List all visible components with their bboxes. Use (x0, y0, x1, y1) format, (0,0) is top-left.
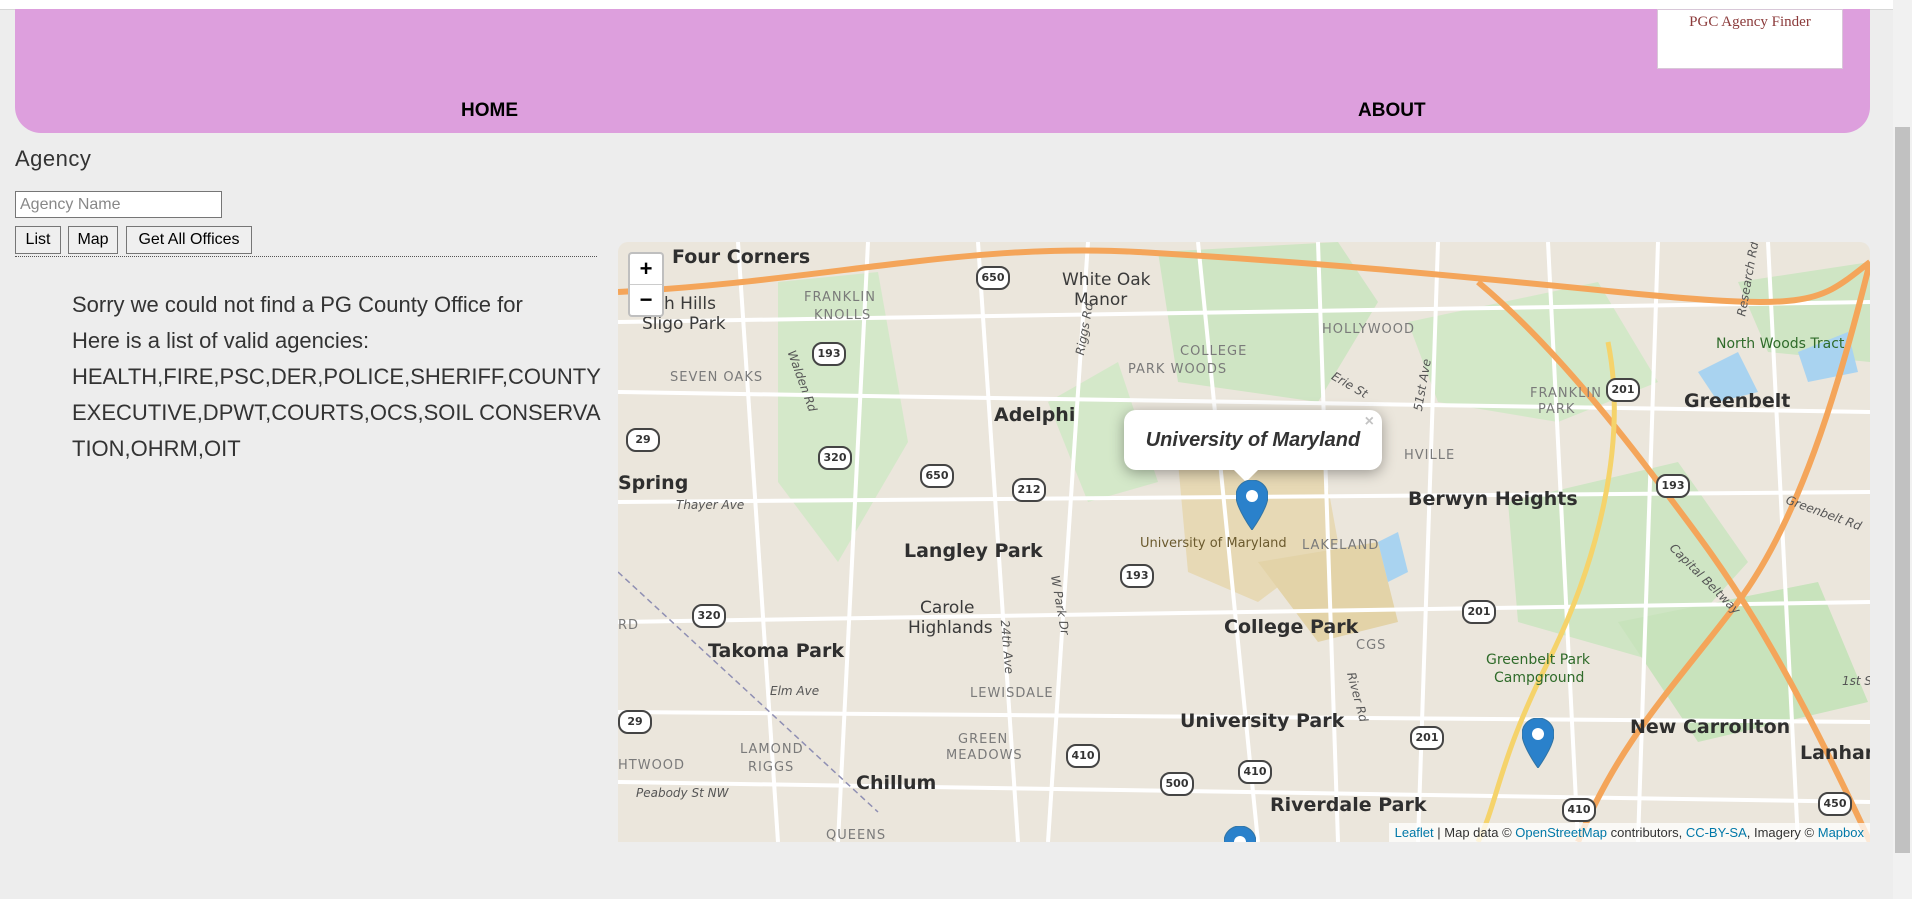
map-marker-pin-icon[interactable] (1236, 480, 1268, 530)
route-shield: 201 (1606, 378, 1640, 402)
page-scrollbar-thumb[interactable] (1895, 127, 1910, 853)
route-shield: 650 (920, 464, 954, 488)
leaflet-link[interactable]: Leaflet (1395, 825, 1434, 840)
route-shield: 320 (818, 446, 852, 470)
map-label-greenbelt: Greenbelt (1684, 390, 1791, 412)
map-popup: University of Maryland × (1124, 410, 1382, 470)
route-shield: 193 (812, 342, 846, 366)
map-label-franklin-park: FRANKLIN (1530, 386, 1602, 401)
route-shield: 212 (1012, 478, 1046, 502)
route-shield: 410 (1562, 798, 1596, 822)
map-label-lakeland: LAKELAND (1302, 538, 1380, 553)
map-label-greenbelt-park: Greenbelt Park (1486, 652, 1590, 668)
map-attribution: Leaflet | Map data © OpenStreetMap contr… (1388, 823, 1870, 842)
nav-about-link[interactable]: ABOUT (1358, 100, 1426, 122)
map-label-langley-park: Langley Park (904, 540, 1043, 562)
map-label-park: PARK (1538, 402, 1576, 417)
agency-heading: Agency (15, 146, 92, 171)
zoom-in-button[interactable]: + (630, 254, 662, 285)
map-label-spring: Spring (618, 472, 689, 494)
map-road-1st-st: 1st St (1842, 674, 1870, 688)
attribution-imagery: , Imagery © (1746, 825, 1818, 840)
route-shield: 410 (1238, 760, 1272, 784)
route-shield: 29 (618, 710, 652, 734)
map-label-new-carrollton: New Carrollton (1630, 716, 1791, 738)
route-shield: 201 (1462, 600, 1496, 624)
map-label-university-park: University Park (1180, 710, 1345, 732)
map-label-north-woods: North Woods Tract (1716, 336, 1845, 352)
map-label-lewisdale: LEWISDALE (970, 686, 1054, 701)
mapbox-link[interactable]: Mapbox (1818, 825, 1864, 840)
map-label-highlands: Highlands (908, 618, 993, 638)
valid-agencies-heading: Here is a list of valid agencies: (72, 328, 370, 353)
map-road-elm-ave: Elm Ave (770, 684, 820, 698)
map-label-college: COLLEGE (1180, 344, 1248, 359)
map-container[interactable]: Four Corners White Oak Manor h Hills Sli… (618, 242, 1870, 842)
zoom-out-button[interactable]: − (630, 285, 662, 315)
site-header: PGC Agency Finder HOME ABOUT (15, 9, 1870, 133)
route-shield: 450 (1818, 792, 1852, 816)
map-label-rd: RD (618, 618, 640, 633)
map-label-franklin: FRANKLIN (804, 290, 876, 305)
map-label-cgs: CGS (1356, 638, 1387, 653)
results-divider (15, 256, 597, 257)
map-label-chillum: Chillum (856, 772, 937, 794)
route-shield: 410 (1066, 744, 1100, 768)
popup-close-button[interactable]: × (1365, 412, 1374, 432)
map-label-takoma-park: Takoma Park (708, 640, 844, 662)
map-label-green: GREEN (958, 732, 1009, 747)
map-zoom-control: + − (628, 252, 664, 317)
map-label-four-corners: Four Corners (672, 246, 811, 268)
not-found-message: Sorry we could not find a PG County Offi… (72, 292, 523, 317)
map-label-meadows: MEADOWS (946, 748, 1023, 763)
map-label-lamond: LAMOND (740, 742, 804, 757)
route-shield: 500 (1160, 772, 1194, 796)
map-marker-pin-icon[interactable] (1522, 718, 1554, 768)
route-shield: 320 (692, 604, 726, 628)
map-label-white-oak: White Oak (1062, 270, 1151, 290)
map-label-umd: University of Maryland (1140, 536, 1287, 551)
map-road-peabody-st: Peabody St NW (636, 786, 729, 800)
openstreetmap-link[interactable]: OpenStreetMap (1515, 825, 1607, 840)
map-label-park-woods: PARK WOODS (1128, 362, 1228, 377)
map-label-carole: Carole (920, 598, 975, 618)
get-all-offices-button[interactable]: Get All Offices (126, 226, 252, 254)
map-label-seven-oaks: SEVEN OAKS (670, 370, 764, 385)
map-label-riggs: RIGGS (748, 760, 795, 775)
map-label-queens: QUEENS (826, 828, 887, 842)
map-label-campground: Campground (1494, 670, 1585, 686)
map-marker-pin-icon[interactable] (1224, 826, 1256, 842)
map-label-adelphi: Adelphi (994, 404, 1076, 426)
results-panel: Sorry we could not find a PG County Offi… (72, 287, 602, 467)
attribution-text: | Map data © (1433, 825, 1516, 840)
valid-agencies-list: HEALTH,FIRE,PSC,DER,POLICE,SHERIFF,COUNT… (72, 364, 601, 461)
map-label-riverdale-park: Riverdale Park (1270, 794, 1427, 816)
map-label-college-park: College Park (1224, 616, 1359, 638)
route-shield: 193 (1656, 474, 1690, 498)
map-label-knolls: KNOLLS (814, 308, 872, 323)
attribution-contributors: contributors, (1607, 825, 1686, 840)
site-logo[interactable]: PGC Agency Finder (1657, 9, 1843, 69)
map-label-lanham: Lanham (1800, 742, 1870, 764)
popup-title: University of Maryland (1145, 429, 1361, 451)
route-shield: 650 (976, 266, 1010, 290)
map-road-thayer-ave: Thayer Ave (676, 498, 745, 512)
map-label-hville: HVILLE (1404, 448, 1456, 463)
nav-home-link[interactable]: HOME (461, 100, 518, 122)
route-shield: 29 (626, 428, 660, 452)
route-shield: 201 (1410, 726, 1444, 750)
map-label-sligo-park: Sligo Park (642, 314, 726, 334)
list-button[interactable]: List (15, 226, 61, 254)
map-label-hollywood: HOLLYWOOD (1322, 322, 1416, 337)
cc-by-sa-link[interactable]: CC-BY-SA (1686, 825, 1747, 840)
map-label-htwood: HTWOOD (618, 758, 686, 773)
map-button[interactable]: Map (68, 226, 118, 254)
route-shield: 193 (1120, 564, 1154, 588)
agency-name-input[interactable] (15, 191, 222, 218)
map-label-berwyn-heights: Berwyn Heights (1408, 488, 1578, 510)
map-label-hills: h Hills (664, 294, 716, 314)
